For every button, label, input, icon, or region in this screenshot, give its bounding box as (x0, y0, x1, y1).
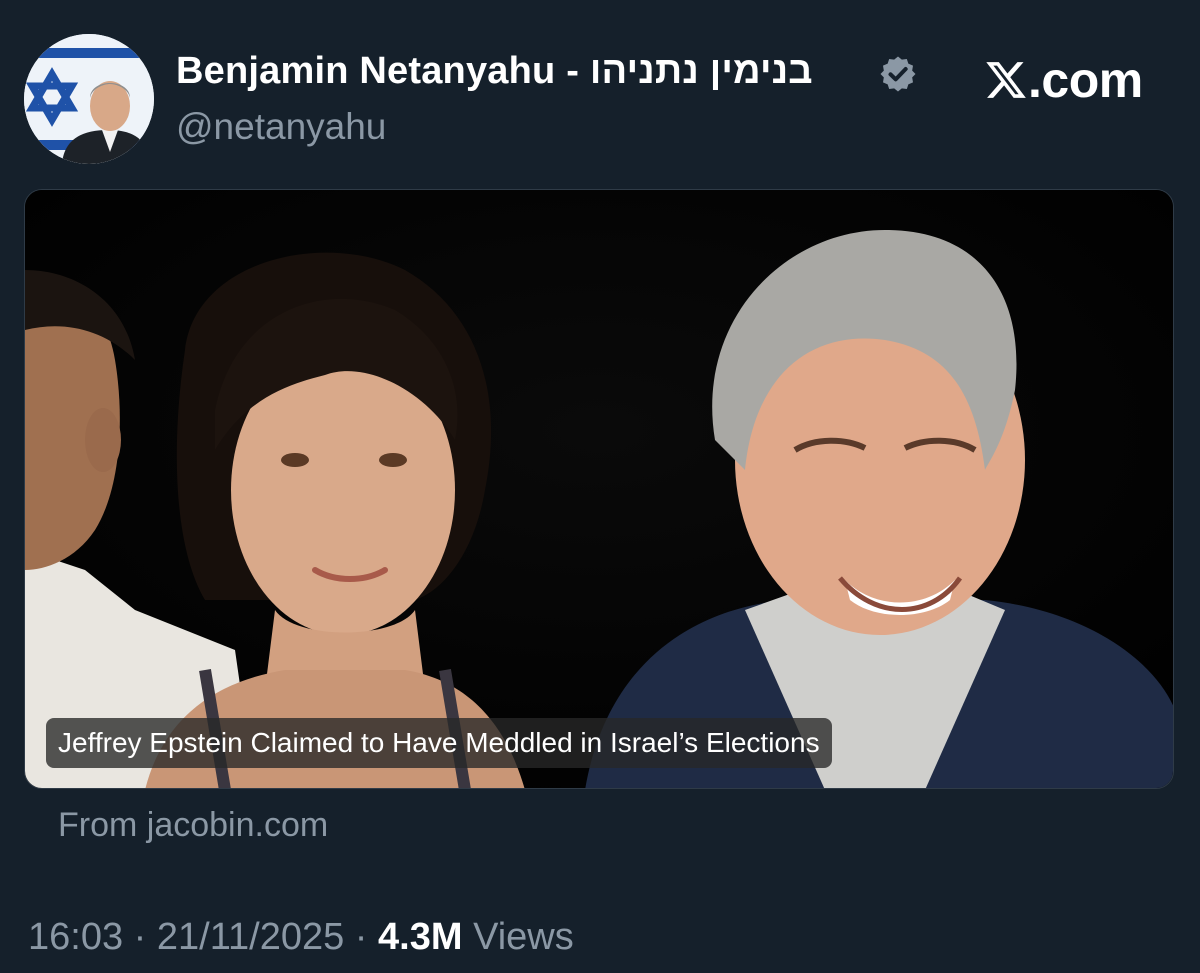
link-card-image (25, 190, 1173, 788)
author-handle[interactable]: @netanyahu (176, 106, 386, 148)
views-count[interactable]: 4.3M (378, 916, 462, 958)
tweet-meta: 16:03 · 21/11/2025 · 4.3M Views (28, 916, 574, 959)
views-label: Views (462, 916, 574, 958)
avatar[interactable] (24, 34, 154, 164)
meta-separator: · (123, 916, 157, 958)
tweet-date[interactable]: 21/11/2025 (157, 916, 344, 958)
meta-separator: · (344, 916, 379, 958)
tweet-time[interactable]: 16:03 (28, 916, 123, 958)
link-card-source[interactable]: From jacobin.com (58, 806, 328, 845)
brand-logo: .com (984, 50, 1143, 110)
avatar-image (24, 34, 154, 164)
link-card[interactable] (24, 189, 1174, 789)
brand-text: .com (1028, 52, 1143, 108)
link-card-headline[interactable]: Jeffrey Epstein Claimed to Have Meddled … (46, 718, 832, 768)
verified-badge-icon (880, 56, 916, 92)
author-display-name[interactable]: Benjamin Netanyahu - בנימין נתניהו (176, 50, 813, 93)
x-logo-icon (986, 62, 1026, 98)
